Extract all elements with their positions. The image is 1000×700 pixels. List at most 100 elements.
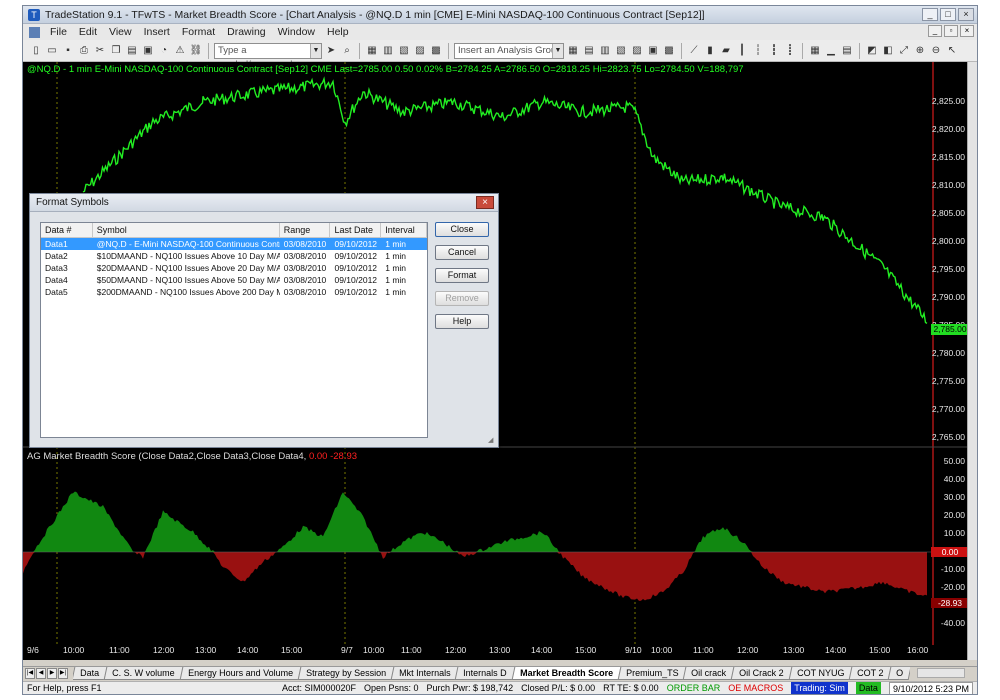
table-row[interactable]: Data3 $20DMAAND - NQ100 Issues Above 20 … (41, 262, 427, 274)
column-header-symbol[interactable]: Symbol (93, 223, 280, 237)
grid-icon[interactable]: ▦ (808, 44, 822, 58)
chevron-down-icon[interactable]: ▼ (310, 43, 321, 58)
vertical-scrollbar[interactable] (967, 62, 977, 660)
bar-chart-icon[interactable]: ▮ (703, 44, 717, 58)
tab-mkt-internals[interactable]: Mkt Internals (390, 667, 459, 680)
column-header-last-date[interactable]: Last Date (330, 223, 382, 237)
mdi-close-button[interactable]: × (960, 25, 974, 37)
insert-indicator-icon[interactable]: ▦ (566, 44, 580, 58)
open-folder-icon[interactable]: ▭ (45, 44, 59, 58)
pointer-icon[interactable]: ↖ (945, 44, 959, 58)
column-header-data[interactable]: Data # (41, 223, 93, 237)
tab-oil-crack-2[interactable]: Oil Crack 2 (730, 667, 793, 680)
table-row[interactable]: Data1 @NQ.D - E-Mini NASDAQ-100 Continuo… (41, 238, 427, 250)
scale-icon[interactable]: ▤ (840, 44, 854, 58)
column-header-interval[interactable]: Interval (381, 223, 427, 237)
menu-edit[interactable]: Edit (73, 26, 103, 38)
menu-view[interactable]: View (103, 26, 138, 38)
column-header-range[interactable]: Range (280, 223, 331, 237)
table-row[interactable]: Data2 $10DMAAND - NQ100 Issues Above 10 … (41, 250, 427, 262)
cut-icon[interactable]: ✂ (93, 44, 107, 58)
minimize-button[interactable]: _ (922, 8, 938, 21)
tab-cot-2[interactable]: COT 2 (848, 667, 892, 680)
tab-energy-hours-and-volume[interactable]: Energy Hours and Volume (179, 667, 301, 680)
tab-cot-nyug[interactable]: COT NYUG (788, 667, 853, 680)
mdi-restore-button[interactable]: ▫ (944, 25, 958, 37)
data-window-icon[interactable]: ▣ (646, 44, 660, 58)
chevron-down-icon[interactable]: ▼ (552, 43, 563, 58)
candle-green-icon[interactable]: ┇ (767, 44, 781, 58)
bell-icon[interactable]: ◔ (157, 44, 171, 58)
analysis-group-select[interactable]: Insert an Analysis Group ▼ (454, 42, 564, 59)
table-row[interactable]: Data4 $50DMAAND - NQ100 Issues Above 50 … (41, 274, 427, 286)
next-tab-icon[interactable]: ▶ (47, 668, 57, 679)
menu-help[interactable]: Help (321, 26, 355, 38)
dialog-close-icon[interactable]: × (476, 196, 494, 209)
candle-red-icon[interactable]: ┋ (783, 44, 797, 58)
oe-macros-button[interactable]: OE MACROS (728, 682, 783, 694)
help-button[interactable]: Help (435, 314, 489, 329)
zoom-out-icon[interactable]: ⊖ (929, 44, 943, 58)
zoom-in-icon[interactable]: ⊕ (913, 44, 927, 58)
save-icon[interactable]: ▪ (61, 44, 75, 58)
symbol-lookup-icon[interactable]: ⌕ (340, 44, 354, 58)
mdi-minimize-button[interactable]: _ (928, 25, 942, 37)
order-bar-button[interactable]: ORDER BAR (667, 682, 721, 694)
document-icon[interactable] (29, 26, 40, 38)
last-tab-icon[interactable]: ▶| (58, 668, 68, 679)
link-icon[interactable]: ⛓ (189, 44, 203, 58)
volume-icon[interactable]: ▁ (824, 44, 838, 58)
table-row[interactable]: Data5 $200DMAAND - NQ100 Issues Above 20… (41, 286, 427, 298)
first-tab-icon[interactable]: |◀ (25, 668, 35, 679)
insert-paintbar-icon[interactable]: ▥ (598, 44, 612, 58)
expand-icon[interactable]: ⤢ (897, 44, 911, 58)
resize-grip-icon[interactable]: ◢ (488, 437, 496, 445)
alert-icon[interactable]: ⚠ (173, 44, 187, 58)
matrix-icon[interactable]: ▧ (397, 44, 411, 58)
copy-icon[interactable]: ❐ (109, 44, 123, 58)
format-icon[interactable]: ▨ (630, 44, 644, 58)
print-icon[interactable]: ⎙ (77, 44, 91, 58)
scanner-icon[interactable]: ▨ (413, 44, 427, 58)
color-palette-icon[interactable]: ◧ (881, 44, 895, 58)
ohlc-bar-icon[interactable]: ┆ (751, 44, 765, 58)
new-document-icon[interactable]: ▯ (29, 44, 43, 58)
menu-file[interactable]: File (44, 26, 73, 38)
menu-insert[interactable]: Insert (138, 26, 176, 38)
tab-oil-crack[interactable]: Oil crack (682, 667, 735, 680)
news-icon[interactable]: ▩ (429, 44, 443, 58)
go-arrow-icon[interactable]: ➤ (324, 44, 338, 58)
tab-o[interactable]: O (888, 667, 910, 680)
symbols-table[interactable]: Data # Symbol Range Last Date Interval D… (40, 222, 428, 438)
format-button[interactable]: Format (435, 268, 489, 283)
close-window-button[interactable]: × (958, 8, 974, 21)
symbol-command-input[interactable]: Type a symbol/command ▼ (214, 42, 322, 70)
horizontal-scrollbar[interactable] (917, 668, 965, 678)
radar-screen-icon[interactable]: ▥ (381, 44, 395, 58)
trading-mode-badge[interactable]: Trading: Sim (791, 682, 848, 694)
menu-drawing[interactable]: Drawing (221, 26, 272, 38)
lock-icon[interactable]: ▣ (141, 44, 155, 58)
menu-window[interactable]: Window (272, 26, 321, 38)
insert-strategy-icon[interactable]: ▤ (582, 44, 596, 58)
tab-c-s-w-volume[interactable]: C. S. W volume (103, 667, 183, 680)
maximize-button[interactable]: □ (940, 8, 956, 21)
data-status-badge[interactable]: Data (855, 682, 881, 694)
paste-icon[interactable]: ▤ (125, 44, 139, 58)
tab-internals-d[interactable]: Internals D (454, 667, 516, 680)
price-chart-icon[interactable]: ▰ (719, 44, 733, 58)
close-button[interactable]: Close (435, 222, 489, 237)
tab-data[interactable]: Data (73, 667, 108, 680)
candlestick-icon[interactable]: ┃ (735, 44, 749, 58)
chart-window-icon[interactable]: ▦ (365, 44, 379, 58)
menu-format[interactable]: Format (176, 26, 221, 38)
cancel-button[interactable]: Cancel (435, 245, 489, 260)
tab-strategy-by-session[interactable]: Strategy by Session (297, 667, 395, 680)
chart-area[interactable]: @NQ.D - 1 min E-Mini NASDAQ-100 Continuo… (23, 62, 969, 660)
tab-premium-ts[interactable]: Premium_TS (617, 667, 687, 680)
trend-line-icon[interactable]: ⟋ (687, 44, 701, 58)
tab-market-breadth-score[interactable]: Market Breadth Score (511, 667, 622, 680)
properties-icon[interactable]: ▩ (662, 44, 676, 58)
drawing-tool-icon[interactable]: ◩ (865, 44, 879, 58)
prev-tab-icon[interactable]: ◀ (36, 668, 46, 679)
